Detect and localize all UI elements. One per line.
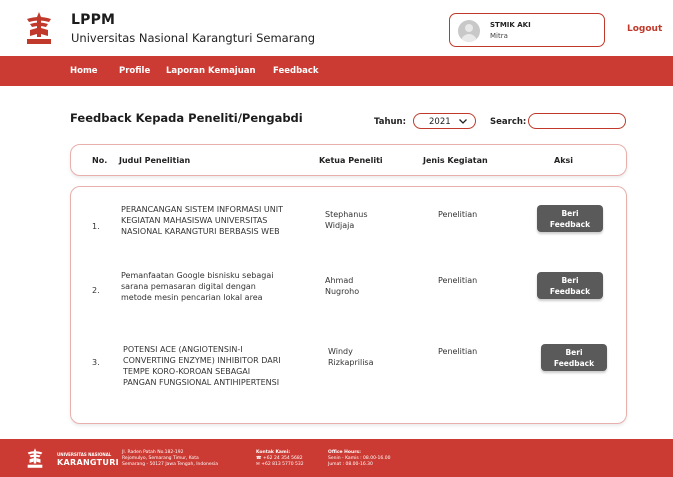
table-header: No. Judul Penelitian Ketua Peneliti Jeni… [70,144,627,176]
activity-type: Penelitian [438,347,478,356]
beri-feedback-button[interactable]: Beri Feedback [537,205,603,232]
user-name: STMIK AKI [490,21,531,29]
button-label-line: Beri [565,348,583,357]
footer-university-logo [27,448,43,468]
footer-hours-title: Office Hours: [328,450,361,455]
activity-type: Penelitian [438,210,478,219]
brand-subtitle: Universitas Nasional Karangturi Semarang [71,31,316,45]
research-title: PERANCANGAN SISTEM INFORMASI UNIT KEGIAT… [121,204,311,237]
footer-hours-line: Jumat : 08.00-16.30 [328,462,373,467]
footer-brand-small: UNIVERSITAS NASIONAL [57,452,112,457]
footer-contact: Kontak Kami: ☎ +62 24 354 5682 ✉ +62 813… [256,450,304,468]
avatar [458,20,480,42]
footer-contact-title: Kontak Kami: [256,450,291,455]
row-number: 2. [92,286,100,295]
footer: UNIVERSITAS NASIONAL KARANGTURI Jl. Rade… [0,439,673,477]
nav-item-feedback[interactable]: Feedback [273,66,319,76]
lead-researcher: Ahmad Nugroho [325,275,359,297]
footer-address-line: Semarang - 50127 Jawa Tengah, Indonesia [122,462,218,467]
column-header-judul: Judul Penelitian [119,156,191,165]
lead-researcher: Stephanus Widjaja [325,209,368,231]
brand-title: LPPM [71,12,116,28]
search-label: Search: [490,117,527,127]
search-input[interactable] [528,113,626,129]
lead-researcher-line: Ahmad [325,276,354,285]
column-header-no: No. [92,156,108,165]
research-title-line: sarana pemasaran digital dengan [121,282,256,291]
nav-item-profile[interactable]: Profile [119,66,150,76]
page-title: Feedback Kepada Peneliti/Pengabdi [70,111,303,125]
lead-researcher-line: Stephanus [325,210,368,219]
research-title-line: NASIONAL KARANGTURI BERBASIS WEB [121,227,280,236]
activity-type: Penelitian [438,276,478,285]
column-header-aksi: Aksi [554,156,574,165]
year-value: 2021 [429,117,451,127]
button-label-line: Feedback [549,220,591,229]
beri-feedback-button[interactable]: Beri Feedback [541,344,607,371]
row-number: 1. [92,222,100,231]
table-body: 1. PERANCANGAN SISTEM INFORMASI UNIT KEG… [70,186,627,424]
button-label-line: Beri [561,209,579,218]
nav-item-laporan-kemajuan[interactable]: Laporan Kemajuan [166,66,256,76]
footer-brand-big: KARANGTURI [57,458,119,467]
lead-researcher-line: Widjaja [325,221,355,230]
research-title-line: PERANCANGAN SISTEM INFORMASI UNIT [121,205,283,214]
nav-item-home[interactable]: Home [70,66,98,76]
column-header-jenis: Jenis Kegiatan [423,156,488,165]
research-title-line: PANGAN FUNGSIONAL ANTIHIPERTENSI [123,378,280,387]
lead-researcher-line: Nugroho [325,287,360,296]
lead-researcher: Windy Rizkaprilisa [328,346,373,368]
research-title: POTENSI ACE (ANGIOTENSIN-I CONVERTING EN… [123,344,313,388]
research-title-line: Pemanfaatan Google bisnisku sebagai [121,271,274,280]
button-label-line: Beri [561,276,579,285]
footer-whatsapp: ✉ +62 813 5770 532 [256,462,304,467]
chevron-down-icon [458,116,468,128]
research-title-line: CONVERTING ENZYME) INHIBITOR DARI [123,356,281,365]
lead-researcher-line: Rizkaprilisa [328,358,374,367]
button-label-line: Feedback [553,359,595,368]
logout-link[interactable]: Logout [627,24,662,34]
tahun-label: Tahun: [374,117,406,127]
navbar: Home Profile Laporan Kemajuan Feedback [0,56,673,86]
research-title-line: KEGIATAN MAHASISWA UNIVERSITAS [121,216,268,225]
research-title: Pemanfaatan Google bisnisku sebagai sara… [121,270,311,303]
header: LPPM Universitas Nasional Karangturi Sem… [0,0,673,56]
footer-office-hours: Office Hours: Senin - Kamis : 08.00-16.0… [328,450,390,468]
user-profile-box[interactable]: STMIK AKI Mitra [449,13,605,47]
university-logo [27,12,51,44]
lead-researcher-line: Windy [328,347,353,356]
research-title-line: metode mesin pencarian lokal area [121,293,263,302]
research-title-line: POTENSI ACE (ANGIOTENSIN-I [123,345,243,354]
button-label-line: Feedback [549,287,591,296]
beri-feedback-button[interactable]: Beri Feedback [537,272,603,299]
row-number: 3. [92,358,100,367]
footer-address: Jl. Raden Patah No.182-192 Rejomulyo, Se… [122,450,218,468]
research-title-line: TEMPE KORO-KOROAN SEBAGAI [123,367,251,376]
year-select[interactable]: 2021 [413,113,476,129]
column-header-ketua: Ketua Peneliti [319,156,383,165]
user-role: Mitra [490,32,508,40]
